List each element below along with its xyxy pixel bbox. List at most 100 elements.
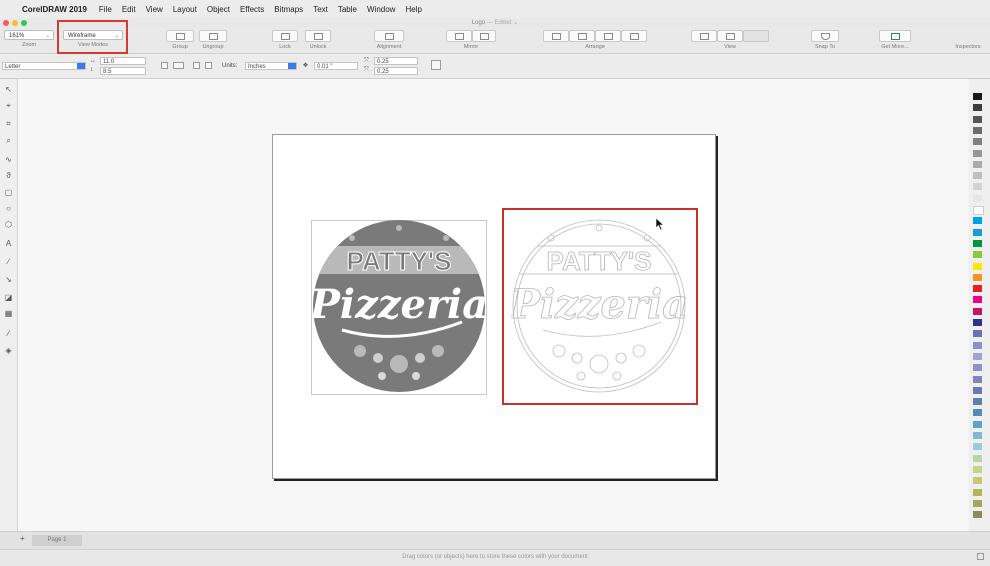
color-swatch[interactable]: [973, 172, 982, 180]
unlock-button[interactable]: [305, 30, 331, 42]
all-pages-icon[interactable]: [193, 62, 200, 69]
color-swatch[interactable]: [973, 160, 982, 168]
artistic-media-tool-icon[interactable]: ϑ: [4, 171, 13, 180]
connector-tool-icon[interactable]: ↘: [4, 275, 13, 284]
page-width-field[interactable]: 11.0: [100, 57, 146, 65]
polygon-tool-icon[interactable]: ⬡: [4, 220, 13, 229]
color-swatch[interactable]: [973, 104, 982, 112]
color-swatch[interactable]: [973, 239, 982, 247]
page-options-icon[interactable]: [431, 60, 441, 70]
shape-tool-icon[interactable]: ⌖: [4, 101, 13, 110]
color-swatch[interactable]: [973, 465, 982, 473]
menu-layout[interactable]: Layout: [173, 5, 197, 14]
color-swatch[interactable]: [973, 499, 982, 507]
pick-tool-icon[interactable]: ↖: [4, 85, 13, 94]
rectangle-tool-icon[interactable]: ▢: [4, 188, 13, 197]
page-tab[interactable]: Page 1: [32, 535, 82, 546]
view-fullscreen-button[interactable]: [717, 30, 743, 42]
crop-tool-icon[interactable]: ⌗: [4, 119, 13, 128]
color-swatch[interactable]: [973, 488, 982, 496]
lock-button[interactable]: [272, 30, 298, 42]
forward-one-button[interactable]: [569, 30, 595, 42]
to-front-button[interactable]: [543, 30, 569, 42]
page-size-dropdown[interactable]: Letter: [2, 62, 86, 70]
inspectors-button[interactable]: Inspectors: [948, 44, 988, 50]
ungroup-button[interactable]: [199, 30, 227, 42]
zoom-dropdown[interactable]: 161% ⌄: [4, 30, 54, 40]
menu-table[interactable]: Table: [338, 5, 357, 14]
zoom-tool-icon[interactable]: ⌕: [4, 136, 13, 145]
color-swatch[interactable]: [973, 183, 982, 191]
get-more-button[interactable]: [879, 30, 911, 42]
nudge-distance-field[interactable]: 0.01 ": [314, 62, 358, 70]
color-swatch[interactable]: [973, 319, 982, 326]
color-swatch[interactable]: [973, 454, 982, 462]
freehand-tool-icon[interactable]: ∿: [4, 155, 13, 164]
color-swatch[interactable]: [973, 364, 982, 372]
ellipse-tool-icon[interactable]: ○: [4, 204, 13, 213]
units-dropdown[interactable]: Inches: [245, 62, 297, 70]
menu-file[interactable]: File: [99, 5, 112, 14]
duplicate-x-field[interactable]: 0.25: [374, 57, 418, 65]
current-page-icon[interactable]: [205, 62, 212, 69]
drop-shadow-tool-icon[interactable]: ◪: [4, 293, 13, 302]
page-height-field[interactable]: 8.5: [100, 67, 146, 75]
color-swatch[interactable]: [973, 251, 982, 259]
menu-window[interactable]: Window: [367, 5, 395, 14]
color-swatch[interactable]: [973, 115, 982, 123]
view-other-button[interactable]: [743, 30, 769, 42]
color-swatch[interactable]: [973, 307, 982, 315]
color-swatch[interactable]: [973, 285, 982, 293]
color-swatch[interactable]: [973, 352, 982, 360]
color-swatch[interactable]: [973, 273, 982, 281]
color-swatch[interactable]: [973, 432, 982, 439]
menu-effects[interactable]: Effects: [240, 5, 264, 14]
color-swatch[interactable]: [973, 228, 982, 236]
group-button[interactable]: [166, 30, 194, 42]
alignment-button[interactable]: [374, 30, 404, 42]
menu-bitmaps[interactable]: Bitmaps: [274, 5, 303, 14]
color-swatch[interactable]: [973, 511, 982, 519]
color-swatch[interactable]: [973, 138, 982, 146]
parallel-dimension-tool-icon[interactable]: ∕: [4, 257, 13, 266]
snap-to-button[interactable]: [811, 30, 839, 42]
color-swatch[interactable]: [973, 375, 982, 383]
menu-edit[interactable]: Edit: [122, 5, 136, 14]
color-swatch[interactable]: [973, 149, 982, 157]
pizzeria-logo-solid[interactable]: PATTY'S Pizzeria: [312, 218, 486, 394]
duplicate-y-field[interactable]: 0.25: [374, 67, 418, 75]
menu-text[interactable]: Text: [313, 5, 328, 14]
color-swatch[interactable]: [973, 341, 982, 349]
color-swatch[interactable]: [973, 420, 982, 428]
palette-options-icon[interactable]: [977, 553, 984, 560]
mirror-vertical-button[interactable]: [472, 30, 496, 42]
color-swatch[interactable]: [973, 398, 982, 406]
color-swatch[interactable]: [973, 126, 982, 134]
to-back-button[interactable]: [621, 30, 647, 42]
color-swatch[interactable]: [973, 386, 982, 394]
portrait-icon[interactable]: [161, 62, 168, 69]
color-swatch[interactable]: [973, 206, 984, 215]
interactive-fill-tool-icon[interactable]: ◈: [4, 346, 13, 355]
menu-view[interactable]: View: [146, 5, 163, 14]
color-swatch[interactable]: [973, 194, 982, 202]
app-menu[interactable]: CorelDRAW 2019: [22, 5, 87, 14]
landscape-icon[interactable]: [173, 62, 184, 69]
color-swatch[interactable]: [973, 296, 982, 304]
back-one-button[interactable]: [595, 30, 621, 42]
color-swatch[interactable]: [973, 443, 982, 451]
view-layout-button[interactable]: [691, 30, 717, 42]
color-swatch[interactable]: [973, 217, 982, 225]
color-swatch[interactable]: [973, 409, 982, 417]
mirror-horizontal-button[interactable]: [446, 30, 472, 42]
color-swatch[interactable]: [973, 262, 982, 270]
transparency-tool-icon[interactable]: ▦: [4, 309, 13, 318]
text-tool-icon[interactable]: A: [4, 239, 13, 248]
add-page-button[interactable]: +: [20, 534, 25, 543]
color-swatch[interactable]: [973, 330, 982, 338]
color-swatch[interactable]: [973, 93, 982, 100]
eyedropper-tool-icon[interactable]: ⁄: [4, 329, 13, 338]
menu-object[interactable]: Object: [207, 5, 230, 14]
color-swatch[interactable]: [973, 477, 982, 485]
menu-help[interactable]: Help: [405, 5, 421, 14]
